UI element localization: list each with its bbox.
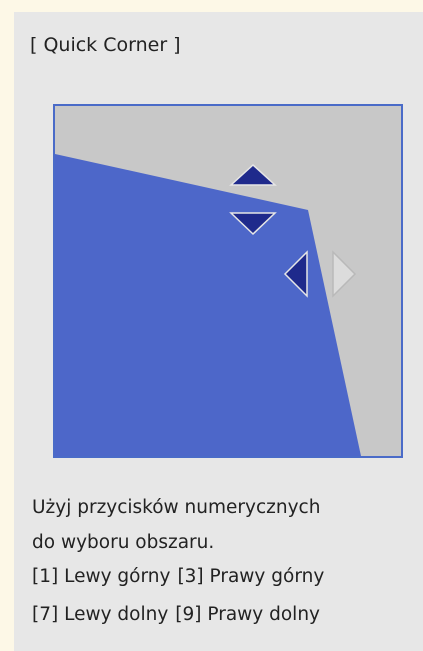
instruction-row-top: [1] Lewy górny [3] Prawy górny: [32, 566, 324, 587]
arrow-up-icon[interactable]: [229, 163, 277, 186]
arrow-right-icon[interactable]: [332, 250, 357, 298]
keystone-preview-canvas: [55, 154, 361, 456]
hint-top-left: [1] Lewy górny: [32, 566, 171, 587]
keystone-preview: [53, 104, 403, 458]
projection-shape: [55, 154, 361, 456]
dialog-title: [ Quick Corner ]: [30, 34, 181, 56]
hint-bottom-left: [7] Lewy dolny: [32, 604, 169, 625]
instruction-row-bottom: [7] Lewy dolny [9] Prawy dolny: [32, 604, 320, 625]
instruction-line-1: Użyj przycisków numerycznych: [32, 497, 321, 518]
instruction-line-2: do wyboru obszaru.: [32, 532, 215, 553]
hint-top-right: [3] Prawy górny: [177, 566, 325, 587]
hint-bottom-right: [9] Prawy dolny: [175, 604, 320, 625]
